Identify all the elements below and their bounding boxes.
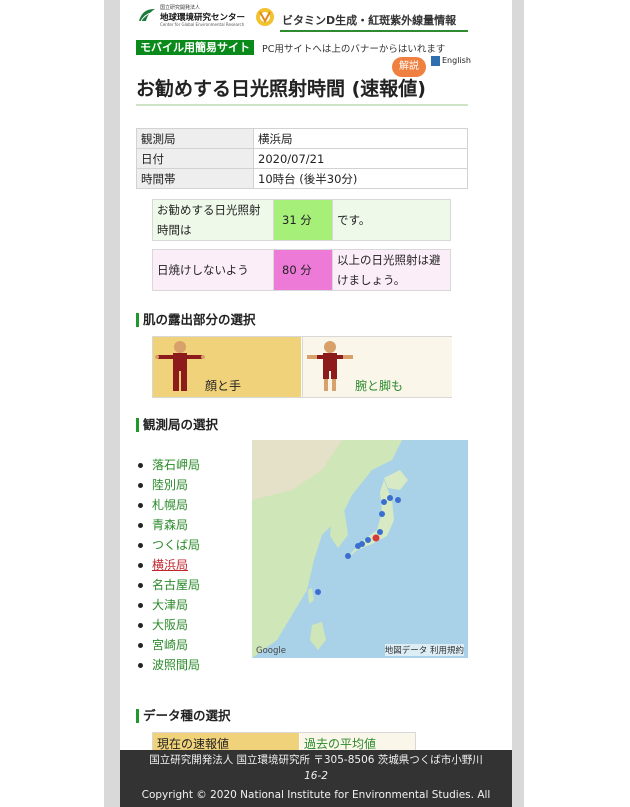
site-footer: 国立研究開発法人 国立環境研究所 〒305-8506 茨城県つくば市小野川 16…: [120, 750, 512, 807]
sunburn-time-tail: 以上の日光照射は避けましょう。: [332, 249, 451, 291]
station-link[interactable]: 大阪局: [136, 615, 254, 635]
recommended-time-value: 31 分: [273, 199, 333, 241]
exposure-option-label: 腕と脚も: [355, 379, 404, 393]
sunburn-time-value: 80 分: [273, 249, 333, 291]
station-link[interactable]: つくば局: [136, 535, 254, 555]
person-long-sleeves-icon: [155, 341, 205, 391]
station-link[interactable]: 波照間局: [136, 655, 254, 675]
info-key: 時間帯: [136, 168, 254, 189]
vitamin-d-banner[interactable]: ビタミンD生成・紅斑紫外線量情報: [252, 4, 468, 32]
station-heading: 観測局の選択: [136, 418, 218, 432]
right-gutter: [512, 0, 524, 807]
page-container: 国立研究開発法人 地球環境研究センター Center for Global En…: [120, 0, 512, 807]
nies-logo[interactable]: 国立研究開発法人 地球環境研究センター Center for Global En…: [138, 4, 245, 28]
station-link-active[interactable]: 横浜局: [136, 555, 254, 575]
info-value: 2020/07/21: [253, 148, 468, 169]
station-link[interactable]: 青森局: [136, 515, 254, 535]
recommended-time-tail: です。: [332, 199, 451, 241]
info-table: 観測局 横浜局 日付 2020/07/21 時間帯 10時台 (後半30分): [136, 128, 468, 189]
left-gutter: [104, 0, 120, 807]
table-row: 観測局 横浜局: [136, 128, 468, 149]
table-row: 日付 2020/07/21: [136, 148, 468, 169]
sunburn-time-label: 日焼けしないよう: [152, 249, 274, 291]
pc-site-note: PC用サイトへは上のバナーからはいれます: [262, 44, 446, 55]
map-google-label: Google: [256, 646, 286, 656]
map-land-icon: [252, 440, 408, 658]
footer-copyright: Copyright © 2020 National Institute for …: [141, 789, 491, 801]
title-divider: [136, 104, 468, 106]
exposure-heading: 肌の露出部分の選択: [136, 313, 256, 327]
exposure-option-face-hands[interactable]: 顔と手: [153, 337, 301, 397]
exposure-option-arms-legs[interactable]: 腕と脚も: [302, 337, 452, 397]
station-list: 落石岬局 陸別局 札幌局 青森局 つくば局 横浜局 名古屋局 大津局 大阪局 宮…: [136, 455, 254, 675]
sun-logo-icon: [256, 8, 274, 26]
banner-underline: [280, 30, 468, 32]
station-link[interactable]: 落石岬局: [136, 455, 254, 475]
recommended-time-box: お勧めする日光照射時間は 31 分 です。: [152, 199, 451, 241]
exposure-selector: 顔と手 腕と脚も: [152, 336, 452, 398]
station-link[interactable]: 宮崎局: [136, 635, 254, 655]
table-row: 時間帯 10時台 (後半30分): [136, 168, 468, 189]
nies-logo-line1: 国立研究開発法人: [160, 5, 201, 11]
info-value: 横浜局: [253, 128, 468, 149]
mobile-site-badge: モバイル用簡易サイト: [136, 40, 254, 55]
station-link[interactable]: 大津局: [136, 595, 254, 615]
recommended-time-label: お勧めする日光照射時間は: [152, 199, 274, 241]
info-key: 観測局: [136, 128, 254, 149]
footer-address-cont: 16-2: [304, 770, 328, 782]
station-link[interactable]: 陸別局: [136, 475, 254, 495]
exposure-option-label: 顔と手: [205, 379, 242, 393]
page-title: お勧めする日光照射時間 (速報値): [136, 78, 426, 100]
book-icon: [431, 56, 440, 66]
footer-address: 国立研究開発法人 国立環境研究所 〒305-8506 茨城県つくば市小野川: [149, 754, 483, 766]
nies-logo-icon: [139, 9, 155, 22]
nies-logo-line3: Center for Global Environmental Research: [160, 22, 245, 27]
english-link[interactable]: English: [442, 56, 471, 65]
datatype-heading: データ種の選択: [136, 709, 231, 723]
station-link[interactable]: 名古屋局: [136, 575, 254, 595]
station-map[interactable]: Google 地図データ 利用規約: [252, 440, 468, 658]
person-short-sleeves-icon: [307, 341, 353, 391]
info-value: 10時台 (後半30分): [253, 168, 468, 189]
info-key: 日付: [136, 148, 254, 169]
station-link[interactable]: 札幌局: [136, 495, 254, 515]
sunburn-time-box: 日焼けしないよう 80 分 以上の日光照射は避けましょう。: [152, 249, 451, 291]
map-credit[interactable]: 地図データ 利用規約: [384, 644, 464, 656]
vitamin-d-banner-text: ビタミンD生成・紅斑紫外線量情報: [282, 14, 457, 27]
